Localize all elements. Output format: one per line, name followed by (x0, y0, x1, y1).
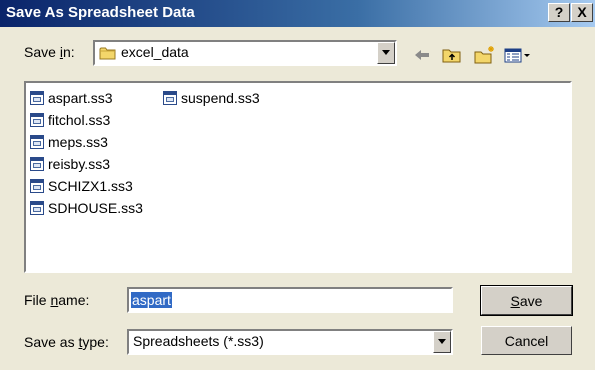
file-name-value: aspart (131, 292, 172, 308)
close-button[interactable]: X (571, 3, 593, 22)
back-arrow-icon[interactable] (411, 44, 433, 66)
save-as-type-combo[interactable]: Spreadsheets (*.ss3) (127, 329, 453, 355)
save-in-combo[interactable]: excel_data (93, 40, 397, 66)
title-bar: Save As Spreadsheet Data ? X (0, 0, 595, 27)
new-folder-icon[interactable] (473, 44, 497, 66)
file-name-label: File name: (24, 292, 90, 308)
folder-icon (99, 47, 116, 60)
up-folder-icon[interactable] (441, 44, 463, 66)
save-as-type-label: Save as type: (24, 334, 109, 350)
save-as-dialog: Save As Spreadsheet Data ? X Save in: ex… (0, 0, 595, 370)
dialog-title: Save As Spreadsheet Data (6, 4, 195, 21)
save-as-type-dropdown-button[interactable] (433, 331, 451, 353)
spreadsheet-file-icon (30, 91, 44, 105)
save-in-dropdown-button[interactable] (377, 42, 395, 64)
spreadsheet-file-icon (30, 113, 44, 127)
save-as-type-value: Spreadsheets (*.ss3) (133, 333, 264, 349)
view-menu-icon[interactable] (503, 44, 533, 66)
save-button[interactable]: Save (480, 285, 573, 316)
save-in-label: Save in: (24, 44, 75, 60)
cancel-button[interactable]: Cancel (481, 326, 572, 355)
spreadsheet-file-icon (30, 135, 44, 149)
spreadsheet-file-icon (30, 157, 44, 171)
spreadsheet-file-icon (30, 179, 44, 193)
spreadsheet-file-icon (163, 91, 177, 105)
spreadsheet-file-icon (30, 201, 44, 215)
file-name-input[interactable]: aspart (127, 287, 453, 313)
help-button[interactable]: ? (548, 3, 570, 22)
save-in-value: excel_data (121, 44, 189, 60)
file-list[interactable]: aspart.ss3 fitchol.ss3 meps.ss3 reisby.s… (24, 81, 572, 273)
